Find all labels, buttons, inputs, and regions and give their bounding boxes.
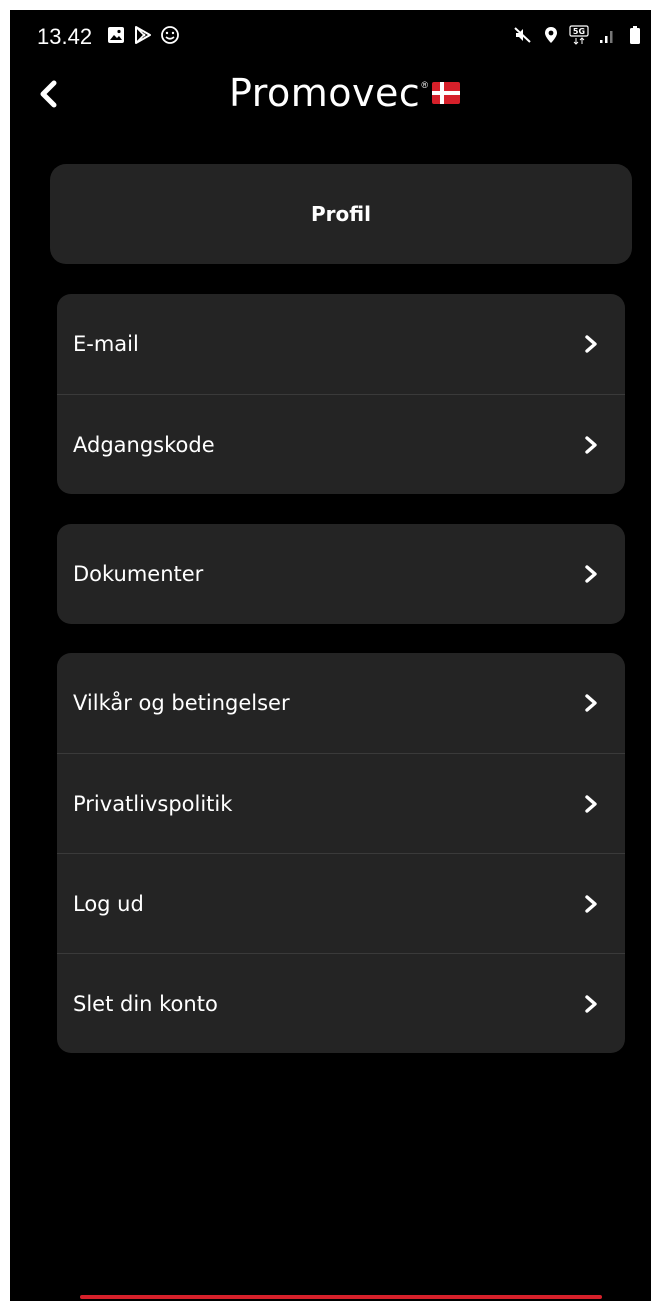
gallery-icon bbox=[108, 27, 124, 43]
status-left-icons bbox=[106, 25, 180, 45]
menu-item-label: Vilkår og betingelser bbox=[73, 691, 290, 715]
menu-item-label: E-mail bbox=[73, 332, 139, 356]
menu-item-label: Log ud bbox=[73, 891, 144, 916]
documents-group: Dokumenter bbox=[57, 524, 625, 624]
menu-item-label: Adgangskode bbox=[73, 432, 215, 457]
menu-item-label: Slet din konto bbox=[73, 991, 218, 1016]
signal-icon bbox=[600, 31, 613, 43]
network-5g-label: 5G bbox=[573, 27, 585, 36]
menu-item-password[interactable]: Adgangskode bbox=[57, 394, 625, 494]
page-title: Profil bbox=[311, 202, 371, 226]
chevron-right-icon bbox=[585, 565, 597, 583]
location-icon bbox=[545, 27, 557, 43]
chevron-right-icon bbox=[585, 694, 597, 712]
denmark-flag-icon bbox=[431, 82, 460, 104]
bottom-accent-bar bbox=[80, 1295, 602, 1299]
smiley-icon bbox=[161, 26, 179, 44]
status-time: 13.42 bbox=[37, 24, 93, 49]
menu-item-email[interactable]: E-mail bbox=[57, 294, 625, 394]
menu-item-label: Dokumenter bbox=[73, 562, 204, 586]
back-button[interactable] bbox=[32, 76, 68, 112]
menu-item-delete-account[interactable]: Slet din konto bbox=[57, 953, 625, 1053]
legal-account-group: Vilkår og betingelser Privatlivspolitik … bbox=[57, 653, 625, 1053]
chevron-right-icon bbox=[585, 335, 597, 353]
logo-text: Promovec bbox=[229, 71, 421, 115]
menu-item-privacy[interactable]: Privatlivspolitik bbox=[57, 753, 625, 853]
app-screen: 13.42 5G Promovec ® Profil E-mail Adgang… bbox=[10, 10, 651, 1301]
menu-item-logout[interactable]: Log ud bbox=[57, 853, 625, 953]
play-store-icon bbox=[135, 26, 151, 44]
logo-registered-mark: ® bbox=[421, 80, 428, 90]
chevron-right-icon bbox=[585, 894, 597, 913]
battery-icon bbox=[630, 26, 640, 44]
promovec-logo: Promovec ® bbox=[229, 72, 460, 112]
status-bar: 13.42 5G bbox=[10, 10, 651, 60]
mute-icon bbox=[514, 27, 531, 43]
account-settings-group: E-mail Adgangskode bbox=[57, 294, 625, 494]
menu-item-terms[interactable]: Vilkår og betingelser bbox=[57, 653, 625, 753]
page-title-card: Profil bbox=[50, 164, 632, 264]
chevron-right-icon bbox=[585, 435, 597, 454]
menu-item-documents[interactable]: Dokumenter bbox=[57, 524, 625, 624]
menu-item-label: Privatlivspolitik bbox=[73, 791, 233, 816]
status-right-icons: 5G bbox=[513, 25, 645, 45]
chevron-right-icon bbox=[585, 994, 597, 1013]
chevron-right-icon bbox=[585, 794, 597, 813]
network-5g-icon: 5G bbox=[569, 25, 589, 45]
